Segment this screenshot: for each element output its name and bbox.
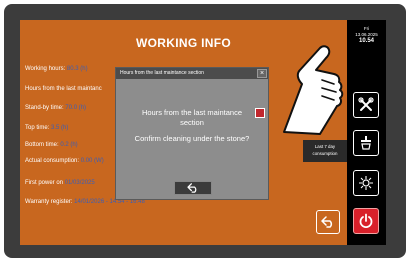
dialog-titlebar: Hours from the last maintance section × <box>116 68 268 79</box>
first-power-on-label: First power on <box>25 180 65 186</box>
dialog-message-line2: section <box>180 118 204 127</box>
heating-button[interactable] <box>353 170 379 196</box>
dialog-confirm-button[interactable] <box>174 181 212 195</box>
warranty-register-label: Warranty register: <box>25 199 75 205</box>
back-arrow-icon <box>321 216 333 228</box>
last-7-day-label: Last 7 day <box>314 144 336 150</box>
stone-cleaning-button[interactable] <box>353 130 379 156</box>
dialog-message-line3: Confirm cleaning under the stone? <box>134 134 250 143</box>
hours-since-maintenance-row: Hours from the last maintanc <box>25 86 102 92</box>
tools-icon <box>358 97 374 111</box>
time-label: 10.54 <box>358 37 374 44</box>
first-power-on-value: 01/03/2025 <box>64 180 95 186</box>
top-time-row: Top time: 3.5 (h) <box>25 125 68 131</box>
date-time-display: Fri 13.06.2025 10.54 <box>347 26 386 45</box>
top-time-label: Top time: <box>25 125 52 131</box>
standby-time-row: Stand-by time: 70.0 (h) <box>25 105 86 111</box>
consumption-label: consumption <box>312 151 338 156</box>
standby-time-value: 70.0 (h) <box>65 105 87 111</box>
dialog-title: Hours from the last maintance section <box>120 70 204 76</box>
dialog-message-line1: Hours from the last maintance <box>141 108 243 117</box>
top-time-value: 3.5 (h) <box>51 125 69 131</box>
back-arrow-icon <box>187 183 197 193</box>
heating-element-icon <box>359 176 373 190</box>
power-icon <box>359 213 373 228</box>
tools-button[interactable] <box>353 92 379 118</box>
bottom-time-label: Bottom time: <box>25 142 61 148</box>
hours-since-maintenance-label: Hours from the last maintanc <box>25 86 102 92</box>
working-hours-value: 80.3 (h) <box>66 66 88 72</box>
power-button[interactable] <box>353 208 379 234</box>
working-hours-row: Working hours: 80.3 (h) <box>25 66 88 72</box>
last-7-day-consumption-button[interactable]: Last 7 day consumption <box>303 140 347 162</box>
maintenance-confirm-dialog: Hours from the last maintance section × … <box>115 67 269 200</box>
actual-consumption-label: Actual consumption: <box>25 158 81 164</box>
bottom-time-value: 0.2 (h) <box>60 142 78 148</box>
dialog-close-button[interactable]: × <box>257 69 267 78</box>
actual-consumption-row: Actual consumption: 0.00 (W) <box>25 158 104 164</box>
standby-time-label: Stand-by time: <box>25 105 66 111</box>
back-button[interactable] <box>316 210 340 234</box>
display-screen: WORKING INFO Working hours: 80.3 (h) Hou… <box>20 20 386 245</box>
stone-cleaning-icon <box>361 136 371 150</box>
actual-consumption-value: 0.00 (W) <box>80 158 104 164</box>
working-hours-label: Working hours: <box>25 66 67 72</box>
dialog-red-indicator[interactable] <box>255 108 265 118</box>
first-power-on-row: First power on 01/03/2025 <box>25 180 95 186</box>
pointing-hand-icon <box>283 45 344 135</box>
bottom-time-row: Bottom time: 0.2 (h) <box>25 142 78 148</box>
right-sidebar: Fri 13.06.2025 10.54 <box>347 20 386 245</box>
